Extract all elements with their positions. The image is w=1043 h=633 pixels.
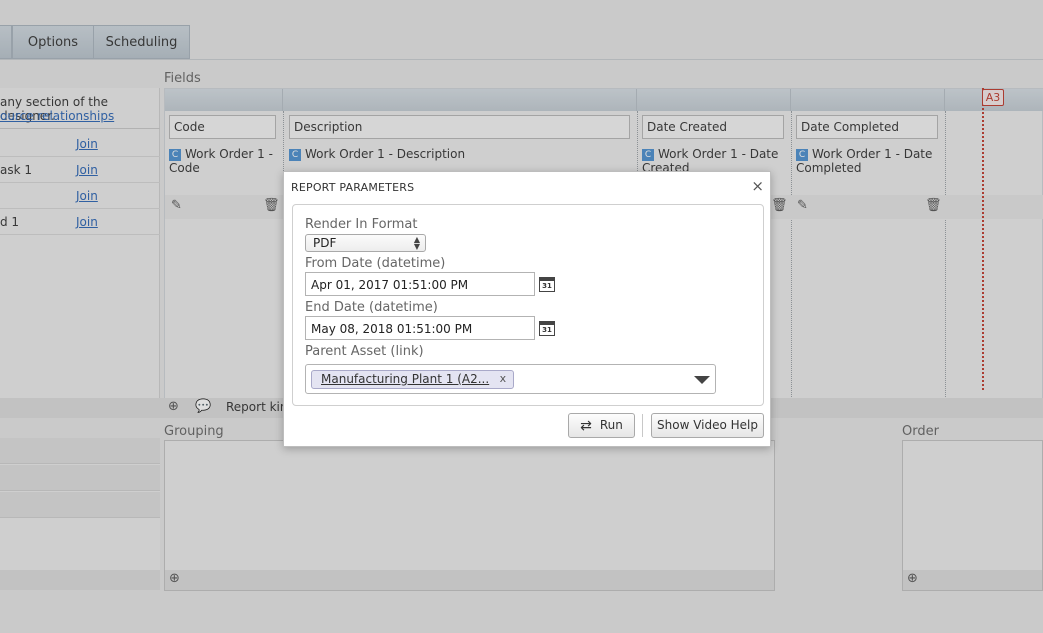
calendar-icon[interactable]: 31: [539, 321, 555, 336]
asset-chip-label[interactable]: Manufacturing Plant 1 (A2...: [321, 372, 489, 386]
end-date-label: End Date (datetime): [305, 300, 438, 315]
chevron-down-icon[interactable]: [694, 376, 710, 384]
calendar-day: 31: [542, 326, 552, 334]
calendar-icon[interactable]: 31: [539, 277, 555, 292]
run-button-label: Run: [599, 418, 623, 432]
render-format-select[interactable]: PDF ▲ ▼: [305, 234, 426, 252]
from-date-label: From Date (datetime): [305, 256, 446, 271]
dialog-title: REPORT PARAMETERS: [291, 181, 415, 194]
parent-asset-label: Parent Asset (link): [305, 344, 424, 359]
close-icon[interactable]: ×: [751, 177, 764, 195]
run-button[interactable]: ⇄ Run: [568, 413, 635, 438]
parameters-box: Render In Format PDF ▲ ▼ From Date (datet…: [292, 204, 764, 406]
calendar-day: 31: [542, 282, 552, 290]
end-date-input[interactable]: May 08, 2018 01:51:00 PM: [305, 316, 535, 340]
from-date-input[interactable]: Apr 01, 2017 01:51:00 PM: [305, 272, 535, 296]
refresh-icon: ⇄: [580, 418, 592, 434]
select-arrows-icon: ▲ ▼: [413, 235, 420, 251]
render-format-label: Render In Format: [305, 217, 418, 232]
show-video-help-button[interactable]: Show Video Help: [651, 413, 764, 438]
parent-asset-select[interactable]: Manufacturing Plant 1 (A2... x: [305, 364, 716, 394]
asset-chip[interactable]: Manufacturing Plant 1 (A2... x: [311, 370, 515, 389]
report-parameters-dialog: REPORT PARAMETERS × Render In Format PDF…: [283, 171, 771, 447]
chip-remove-icon[interactable]: x: [500, 372, 507, 385]
render-format-value: PDF: [313, 236, 337, 250]
button-divider: [642, 414, 643, 437]
